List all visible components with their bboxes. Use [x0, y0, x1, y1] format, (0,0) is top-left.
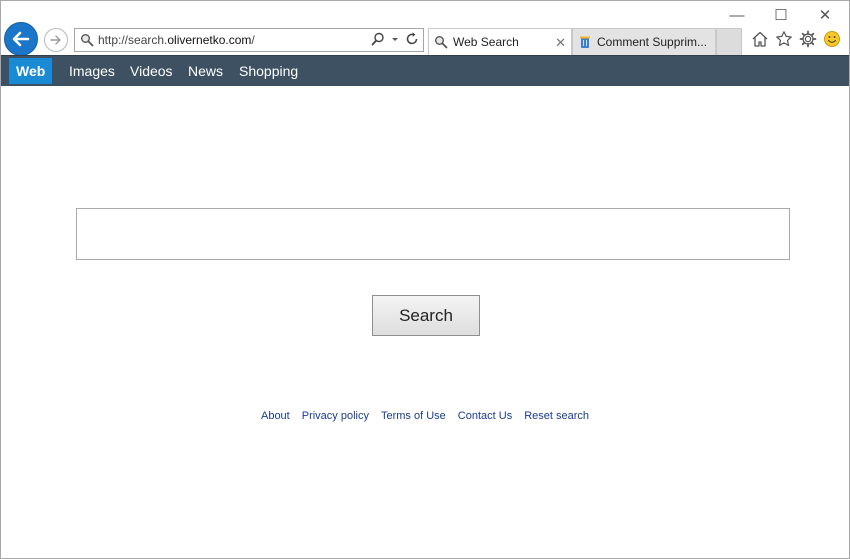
close-tab-icon[interactable]: ✕ [555, 35, 566, 51]
search-favicon-icon [434, 35, 448, 49]
address-tools [371, 32, 419, 46]
trash-favicon-icon [578, 35, 592, 49]
home-icon[interactable] [751, 30, 769, 48]
star-icon[interactable] [775, 30, 793, 48]
minimize-button[interactable]: — [719, 5, 755, 25]
refresh-icon[interactable] [405, 32, 419, 46]
nav-web[interactable]: Web [9, 58, 53, 84]
url-prefix: http://search. [98, 33, 168, 47]
search-input[interactable] [76, 208, 790, 260]
gear-icon[interactable] [799, 30, 817, 48]
url-suffix: / [251, 33, 255, 47]
search-favicon-icon [81, 34, 94, 47]
footer-links: About Privacy policy Terms of Use Contac… [1, 410, 849, 422]
search-category-nav: Web Images Videos News Shopping [1, 55, 849, 86]
nav-news[interactable]: News [181, 56, 230, 86]
dropdown-arrow-icon[interactable] [391, 32, 399, 46]
tab-web-search[interactable]: Web Search ✕ [428, 28, 572, 55]
url-domain: olivernetko.com [167, 33, 252, 47]
address-url[interactable]: http://search.olivernetko.com/ [98, 33, 255, 47]
footer-link-about[interactable]: About [261, 410, 290, 422]
back-button[interactable] [4, 22, 38, 56]
new-tab-button[interactable] [716, 28, 742, 55]
smiley-icon[interactable] [823, 30, 841, 48]
maximize-button[interactable]: ☐ [763, 5, 799, 25]
footer-link-reset[interactable]: Reset search [524, 410, 589, 422]
nav-images[interactable]: Images [62, 56, 122, 86]
arrow-right-icon [50, 35, 61, 45]
footer-link-terms[interactable]: Terms of Use [381, 410, 446, 422]
footer-link-contact[interactable]: Contact Us [458, 410, 512, 422]
tab-comment-supprimer[interactable]: Comment Supprim... [572, 28, 716, 55]
browser-toolbar-icons [751, 30, 841, 48]
arrow-left-icon [12, 31, 30, 47]
nav-shopping[interactable]: Shopping [232, 56, 305, 86]
nav-videos[interactable]: Videos [123, 56, 180, 86]
tab-label: Web Search [453, 35, 519, 49]
search-icon[interactable] [371, 32, 385, 46]
close-window-button[interactable]: ✕ [807, 5, 843, 25]
browser-chrome: — ☐ ✕ http://search.olivernetko.com/ Web… [1, 1, 849, 56]
search-button[interactable]: Search [372, 295, 480, 336]
forward-button[interactable] [44, 28, 68, 52]
footer-link-privacy[interactable]: Privacy policy [302, 410, 369, 422]
tab-label: Comment Supprim... [597, 35, 708, 49]
browser-window: — ☐ ✕ http://search.olivernetko.com/ Web… [0, 0, 850, 559]
address-bar[interactable]: http://search.olivernetko.com/ [74, 28, 424, 52]
